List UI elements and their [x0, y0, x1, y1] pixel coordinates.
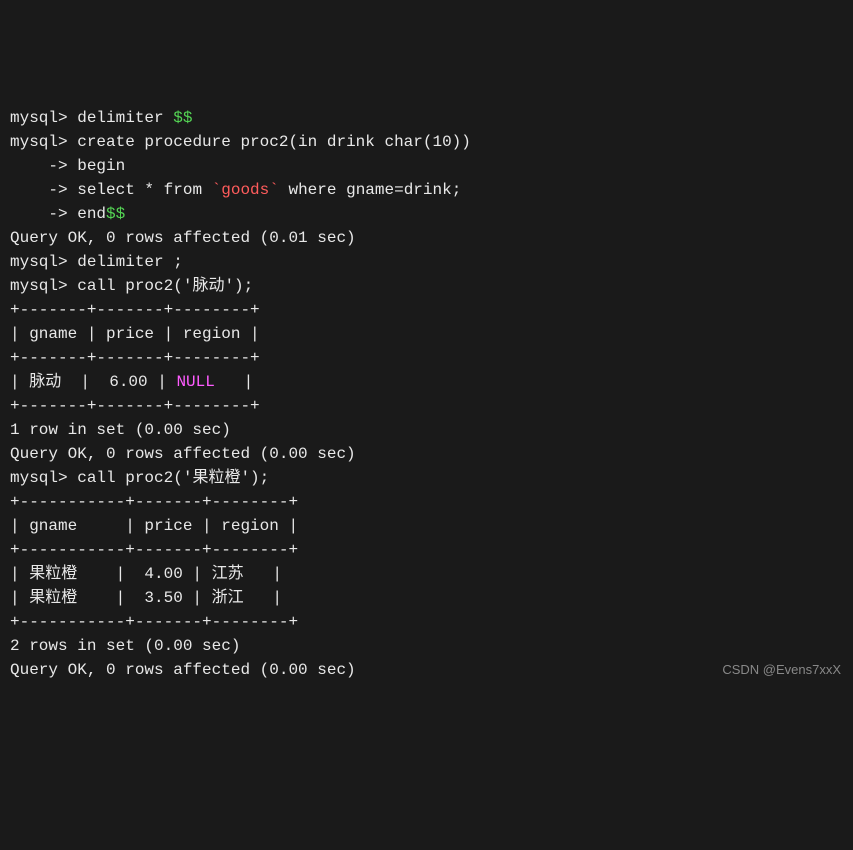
- backtick-icon: `: [269, 181, 279, 199]
- result-text: 2 rows in set (0.00 sec): [10, 634, 843, 658]
- cmd-line: mysql> call proc2('果粒橙');: [10, 466, 843, 490]
- cell-text: | 脉动 | 6.00 |: [10, 373, 176, 391]
- table-row: | 果粒橙 | 4.00 | 江苏 |: [10, 562, 843, 586]
- result-text: Query OK, 0 rows affected (0.01 sec): [10, 226, 843, 250]
- cmd-line: mysql> call proc2('脉动');: [10, 274, 843, 298]
- table-row: | 果粒橙 | 3.50 | 浙江 |: [10, 586, 843, 610]
- cmd-text: select * from: [77, 181, 211, 199]
- cmd-text: call proc2('果粒橙');: [77, 469, 269, 487]
- cmd-line: -> end$$: [10, 202, 843, 226]
- table-border: +-----------+-------+--------+: [10, 538, 843, 562]
- delimiter-symbol: $$: [173, 109, 192, 127]
- cell-text: |: [215, 373, 253, 391]
- cmd-text: call proc2('脉动');: [77, 277, 253, 295]
- result-text: Query OK, 0 rows affected (0.00 sec): [10, 658, 843, 682]
- table-row: | 脉动 | 6.00 | NULL |: [10, 370, 843, 394]
- cmd-text: where gname=drink;: [279, 181, 461, 199]
- result-text: Query OK, 0 rows affected (0.00 sec): [10, 442, 843, 466]
- table-border: +-----------+-------+--------+: [10, 490, 843, 514]
- table-border: +-------+-------+--------+: [10, 346, 843, 370]
- cmd-text: begin: [77, 157, 125, 175]
- result-text: 1 row in set (0.00 sec): [10, 418, 843, 442]
- delimiter-symbol: $$: [106, 205, 125, 223]
- cmd-text: create procedure proc2(in drink char(10)…: [77, 133, 471, 151]
- mysql-prompt: mysql>: [10, 277, 77, 295]
- mysql-prompt: mysql>: [10, 109, 77, 127]
- continuation-arrow: ->: [10, 181, 77, 199]
- mysql-prompt: mysql>: [10, 133, 77, 151]
- cmd-line: mysql> delimiter $$: [10, 106, 843, 130]
- cmd-text: delimiter ;: [77, 253, 183, 271]
- mysql-prompt: mysql>: [10, 253, 77, 271]
- cmd-text: delimiter: [77, 109, 173, 127]
- backtick-icon: `: [212, 181, 222, 199]
- table-name: goods: [221, 181, 269, 199]
- null-value: NULL: [176, 373, 214, 391]
- table-border: +-------+-------+--------+: [10, 394, 843, 418]
- cmd-line: -> select * from `goods` where gname=dri…: [10, 178, 843, 202]
- cmd-line: mysql> create procedure proc2(in drink c…: [10, 130, 843, 154]
- cmd-text: end: [77, 205, 106, 223]
- table-border: +-------+-------+--------+: [10, 298, 843, 322]
- table-border: +-----------+-------+--------+: [10, 610, 843, 634]
- continuation-arrow: ->: [10, 157, 77, 175]
- terminal-output: mysql> delimiter $$mysql> create procedu…: [10, 106, 843, 682]
- cmd-line: -> begin: [10, 154, 843, 178]
- table-header: | gname | price | region |: [10, 322, 843, 346]
- cmd-line: mysql> delimiter ;: [10, 250, 843, 274]
- table-header: | gname | price | region |: [10, 514, 843, 538]
- continuation-arrow: ->: [10, 205, 77, 223]
- watermark: CSDN @Evens7xxX: [722, 660, 841, 680]
- mysql-prompt: mysql>: [10, 469, 77, 487]
